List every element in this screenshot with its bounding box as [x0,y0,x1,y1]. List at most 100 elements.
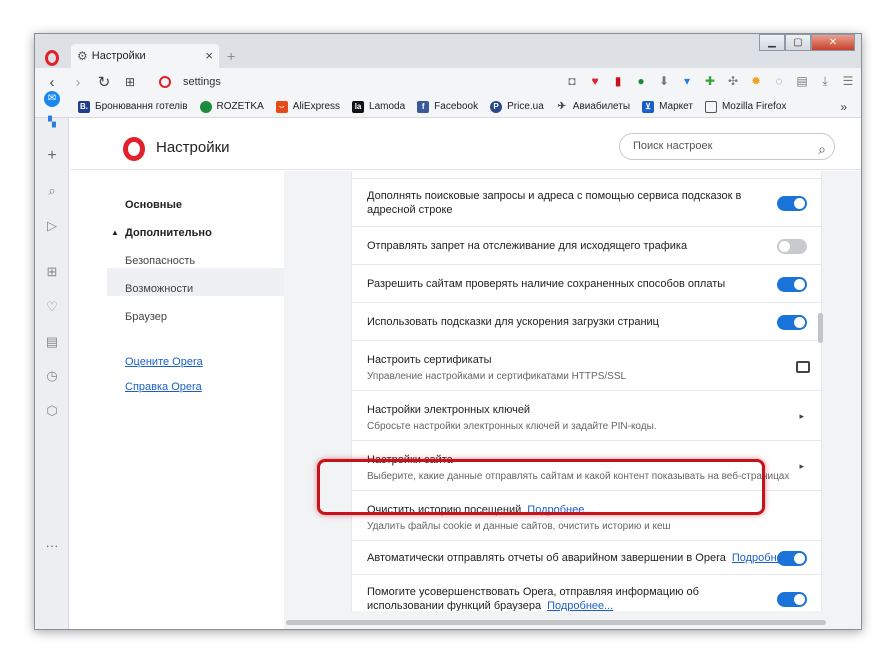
setting-title: Помогите усовершенствовать Opera, отправ… [367,585,767,611]
rate-opera-link[interactable]: Оцените Opera [125,356,203,368]
tab-title: Настройки [91,50,146,62]
improve-toggle[interactable] [777,592,807,607]
title-bar: ⚙ Настройки × + ⩸ ▁ ▢ ✕ [35,34,861,68]
setting-payment: Разрешить сайтам проверять наличие сохра… [352,265,821,303]
bookmark-label: Маркет [659,101,693,112]
horizontal-scrollbar[interactable] [286,620,826,625]
settings-icon[interactable]: ☰ [841,74,855,88]
nav-security[interactable]: Безопасность [125,255,195,267]
heart-icon[interactable]: ♥ [588,74,602,88]
nav-basic[interactable]: Основные [125,199,182,211]
improve-title: Помогите усовершенствовать Opera, отправ… [367,586,699,611]
opera-url-icon [159,76,171,88]
setting-subtitle: Управление настройками и сертификатами H… [367,371,627,382]
gear-icon: ⚙ [77,49,88,63]
setting-certificates[interactable]: Настроить сертификаты Управление настрой… [352,341,821,391]
news-icon[interactable]: ▤ [44,334,60,350]
minimize-button[interactable]: ▁ [759,34,785,51]
bookmark-label: Price.ua [507,101,544,112]
dnt-toggle[interactable] [777,239,807,254]
bookmark-item[interactable]: P Price.ua [490,100,544,113]
browser-window: ⚙ Настройки × + ⩸ ▁ ▢ ✕ ‹ › ↻ ⊞ settings… [34,33,862,630]
add-panel-icon[interactable]: + [44,148,60,164]
chevron-right-icon: ▸ [799,411,804,421]
settings-header: Настройки Поиск настроек ⌕ [70,118,861,170]
payment-toggle[interactable] [777,277,807,292]
bookmark-item[interactable]: Mozilla Firefox [704,100,787,113]
settings-page: Настройки Поиск настроек ⌕ Основные ▲ Доп… [70,118,861,629]
history-icon[interactable]: ◷ [44,368,60,384]
more-bookmarks-icon[interactable]: » [840,100,847,114]
translate-icon[interactable]: ▚ [44,115,60,131]
downloads-icon[interactable]: ⤓ [818,74,832,88]
extension-icon-2[interactable]: ● [634,74,648,88]
send-icon[interactable]: ▷ [44,218,60,234]
camera-icon[interactable]: ◘ [565,74,579,88]
tab-settings[interactable]: ⚙ Настройки × [71,44,219,68]
extensions-sidebar-icon[interactable]: ⬡ [44,403,60,419]
maximize-button[interactable]: ▢ [785,34,811,51]
booking-icon: B. [78,100,90,113]
address-bar: ‹ › ↻ ⊞ settings ◘ ♥ ▮ ● ⬇ ▾ ✚ ✣ ✹ ◌ ▤ ⤓… [35,68,861,96]
opera-sidebar: ▚ + ✉ ⌕ ▷ ⊞ ♡ ▤ ◷ ⬡ ··· [35,91,69,629]
close-tab-icon[interactable]: × [205,48,213,63]
bookmark-item[interactable]: ⊻ Маркет [642,100,693,113]
search-sidebar-icon[interactable]: ⌕ [44,183,60,199]
nav-features[interactable]: Возможности [125,283,193,295]
crash-toggle[interactable] [777,551,807,566]
new-tab-icon[interactable]: + [227,48,235,64]
help-opera-link[interactable]: Справка Opera [125,381,202,393]
search-input[interactable]: Поиск настроек ⌕ [619,133,835,160]
extension-icon-7[interactable]: ▤ [795,74,809,88]
setting-security-keys[interactable]: Настройки электронных ключей Сбросьте на… [352,391,821,441]
puzzle-icon[interactable]: ✣ [726,74,740,88]
bookmark-label: Бронювання готелів [95,101,188,112]
cart-icon: ⊻ [642,100,655,113]
bookmark-item[interactable]: ✈ Авиабилеты [556,101,630,113]
url-field[interactable]: settings [183,76,221,88]
suggest-toggle[interactable] [777,196,807,211]
vertical-scrollbar[interactable] [818,313,823,343]
setting-subtitle: Удалить файлы cookie и данные сайтов, оч… [367,521,671,532]
chevron-right-icon: ▸ [799,461,804,471]
setting-title: Настройки электронных ключей [367,404,531,416]
messenger-icon[interactable]: ✉ [44,91,60,107]
opera-menu-icon[interactable] [45,50,59,66]
bookmark-item[interactable]: ⌣ AliExpress [275,100,340,113]
heart-sidebar-icon[interactable]: ♡ [44,299,60,315]
nav-advanced[interactable]: ▲ Дополнительно [111,227,212,239]
back-icon[interactable]: ‹ [39,74,65,91]
extension-icon-4[interactable]: ✚ [703,74,717,88]
nav-browser[interactable]: Браузер [125,311,167,323]
bookmark-label: Mozilla Firefox [721,101,787,112]
extension-icon-1[interactable]: ▮ [611,74,625,88]
highlight-annotation [317,459,765,515]
speed-dial-icon[interactable]: ⊞ [117,75,143,89]
forward-icon[interactable]: › [65,74,91,91]
rozetka-icon [199,100,212,113]
extension-icon-6[interactable]: ◌ [772,74,786,88]
improve-more-link[interactable]: Подробнее... [547,600,613,611]
extension-icon-5[interactable]: ✹ [749,74,763,88]
setting-title: Настроить сертификаты [367,354,492,366]
bookmark-item[interactable]: B. Бронювання готелів [78,100,188,113]
bookmark-item[interactable]: f Facebook [417,100,478,113]
setting-preload: Использовать подсказки для ускорения заг… [352,303,821,341]
bookmark-label: ROZETKA [216,101,264,112]
crash-title: Автоматически отправлять отчеты об авари… [367,552,726,564]
facebook-icon: f [417,100,430,113]
lamoda-icon: la [352,100,365,113]
speed-dial-sidebar-icon[interactable]: ⊞ [44,264,60,280]
download-extension-icon[interactable]: ⬇ [657,74,671,88]
reload-icon[interactable]: ↻ [91,73,117,91]
bookmark-item[interactable]: ROZETKA [199,100,264,113]
more-icon[interactable]: ··· [44,538,60,554]
extension-icon-3[interactable]: ▾ [680,74,694,88]
preload-toggle[interactable] [777,315,807,330]
search-placeholder: Поиск настроек [633,140,713,152]
setting-title: Автоматически отправлять отчеты об авари… [367,551,798,565]
setting-title: Отправлять запрет на отслеживание для ис… [367,240,688,252]
close-window-button[interactable]: ✕ [811,34,855,51]
open-external-icon[interactable] [796,361,810,373]
bookmark-item[interactable]: la Lamoda [352,100,405,113]
